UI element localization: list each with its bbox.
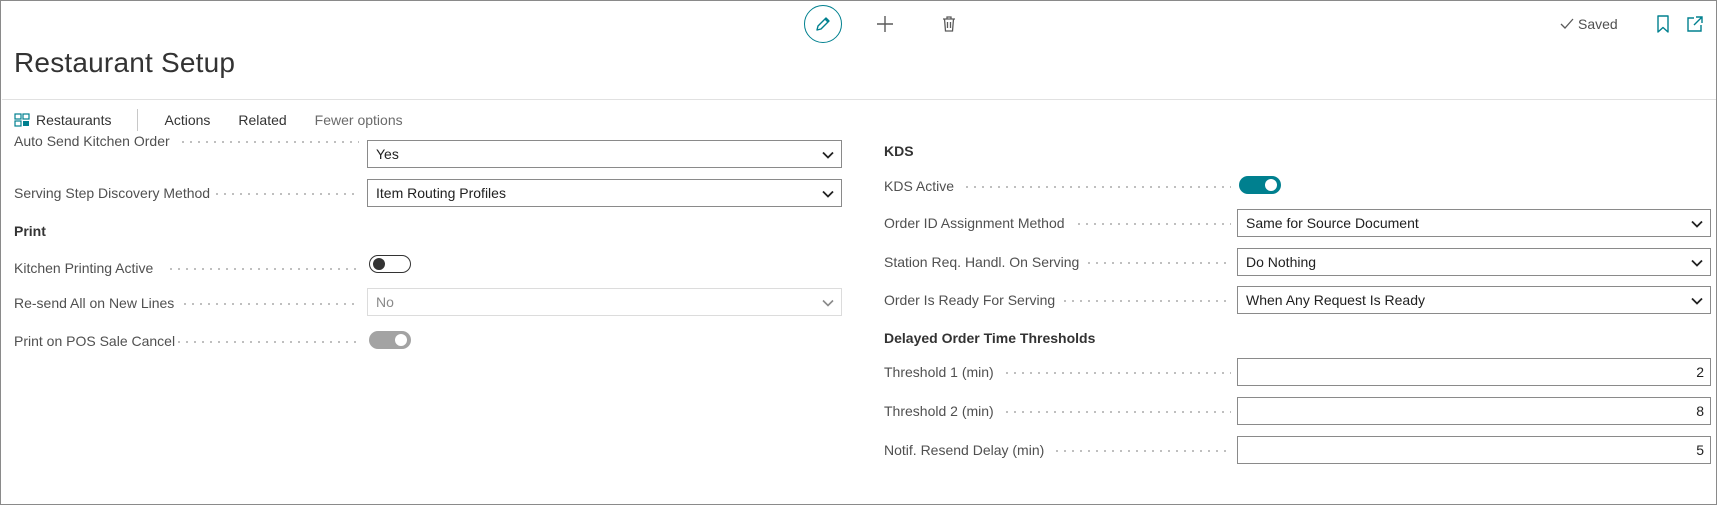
threshold2-value: 8 bbox=[1696, 403, 1704, 419]
serving-step-row: Serving Step Discovery Method bbox=[14, 178, 216, 208]
resend-all-select[interactable]: No bbox=[367, 288, 842, 316]
edit-button[interactable] bbox=[804, 5, 842, 43]
resend-all-label: Re-send All on New Lines bbox=[14, 295, 175, 311]
toggle-knob bbox=[395, 334, 407, 346]
delete-button[interactable] bbox=[937, 12, 961, 36]
check-icon bbox=[1560, 18, 1574, 29]
notif-delay-value: 5 bbox=[1696, 442, 1704, 458]
popout-button[interactable] bbox=[1684, 13, 1706, 35]
dot-leader bbox=[1075, 223, 1231, 225]
trash-icon bbox=[943, 16, 955, 32]
bookmark-button[interactable] bbox=[1653, 13, 1673, 35]
dot-leader bbox=[179, 141, 359, 143]
threshold2-input[interactable]: 8 bbox=[1237, 397, 1711, 425]
dot-leader bbox=[175, 341, 359, 343]
saved-status: Saved bbox=[1560, 14, 1618, 34]
chevron-down-icon bbox=[822, 190, 834, 198]
dot-leader bbox=[1061, 300, 1231, 302]
top-action-bar: Saved bbox=[1, 5, 1716, 45]
auto-send-label: Auto Send Kitchen Order bbox=[14, 133, 170, 149]
order-ready-row: Order Is Ready For Serving bbox=[884, 285, 1061, 315]
kds-group-title: KDS bbox=[884, 143, 914, 159]
new-button[interactable] bbox=[873, 12, 897, 36]
kitchen-printing-label: Kitchen Printing Active bbox=[14, 260, 154, 276]
resend-all-value: No bbox=[376, 294, 394, 310]
serving-step-value: Item Routing Profiles bbox=[376, 185, 506, 201]
threshold2-label: Threshold 2 (min) bbox=[884, 403, 994, 419]
popout-icon bbox=[1687, 16, 1703, 32]
dot-leader bbox=[1085, 262, 1231, 264]
toggle-knob bbox=[1265, 179, 1277, 191]
kitchen-printing-row: Kitchen Printing Active bbox=[14, 253, 159, 283]
plus-icon bbox=[877, 16, 893, 32]
threshold1-input[interactable]: 2 bbox=[1237, 358, 1711, 386]
chevron-down-icon bbox=[1691, 297, 1703, 305]
order-id-value: Same for Source Document bbox=[1246, 215, 1419, 231]
order-ready-value: When Any Request Is Ready bbox=[1246, 292, 1425, 308]
serving-step-label: Serving Step Discovery Method bbox=[14, 185, 211, 201]
station-req-label: Station Req. Handl. On Serving bbox=[884, 254, 1080, 270]
dot-leader bbox=[1003, 372, 1231, 374]
chevron-down-icon bbox=[1691, 220, 1703, 228]
print-on-cancel-row: Print on POS Sale Cancel bbox=[14, 326, 181, 356]
threshold1-value: 2 bbox=[1696, 364, 1704, 380]
serving-step-select[interactable]: Item Routing Profiles bbox=[367, 179, 842, 207]
print-group-title: Print bbox=[14, 223, 46, 239]
order-id-select[interactable]: Same for Source Document bbox=[1237, 209, 1711, 237]
fewer-options-link[interactable]: Fewer options bbox=[315, 108, 403, 132]
notif-delay-label: Notif. Resend Delay (min) bbox=[884, 442, 1045, 458]
chevron-down-icon bbox=[822, 151, 834, 159]
chevron-down-icon bbox=[1691, 259, 1703, 267]
order-id-label: Order ID Assignment Method bbox=[884, 215, 1065, 231]
dot-leader bbox=[963, 186, 1231, 188]
kitchen-printing-toggle[interactable] bbox=[369, 255, 411, 273]
order-ready-select[interactable]: When Any Request Is Ready bbox=[1237, 286, 1711, 314]
pencil-icon bbox=[816, 17, 830, 31]
threshold1-row: Threshold 1 (min) bbox=[884, 357, 1000, 387]
chevron-down-icon bbox=[822, 299, 834, 307]
toggle-knob bbox=[373, 258, 385, 270]
page-title: Restaurant Setup bbox=[14, 47, 236, 78]
saved-label: Saved bbox=[1578, 16, 1618, 32]
related-menu[interactable]: Related bbox=[238, 108, 286, 132]
kds-active-toggle[interactable] bbox=[1239, 176, 1281, 194]
station-req-select[interactable]: Do Nothing bbox=[1237, 248, 1711, 276]
threshold2-row: Threshold 2 (min) bbox=[884, 396, 1000, 426]
title-divider bbox=[2, 99, 1716, 100]
threshold1-label: Threshold 1 (min) bbox=[884, 364, 994, 380]
notif-delay-row: Notif. Resend Delay (min) bbox=[884, 435, 1050, 465]
resend-all-row: Re-send All on New Lines bbox=[14, 288, 180, 318]
dot-leader bbox=[1053, 450, 1231, 452]
dot-leader bbox=[167, 268, 359, 270]
auto-send-value: Yes bbox=[376, 146, 399, 162]
auto-send-select[interactable]: Yes bbox=[367, 140, 842, 168]
kds-active-row: KDS Active bbox=[884, 171, 960, 201]
page-frame: Saved Restaurant Setup Restaurants Actio… bbox=[0, 0, 1717, 505]
kds-active-label: KDS Active bbox=[884, 178, 955, 194]
station-req-row: Station Req. Handl. On Serving bbox=[884, 247, 1085, 277]
order-id-row: Order ID Assignment Method bbox=[884, 208, 1071, 238]
print-on-cancel-label: Print on POS Sale Cancel bbox=[14, 333, 176, 349]
auto-send-row: Auto Send Kitchen Order bbox=[14, 126, 176, 156]
print-on-cancel-toggle[interactable] bbox=[369, 331, 411, 349]
dot-leader bbox=[1003, 411, 1231, 413]
dot-leader bbox=[213, 193, 359, 195]
delayed-group-title: Delayed Order Time Thresholds bbox=[884, 330, 1096, 346]
station-req-value: Do Nothing bbox=[1246, 254, 1317, 270]
dot-leader bbox=[181, 303, 359, 305]
notif-delay-input[interactable]: 5 bbox=[1237, 436, 1711, 464]
order-ready-label: Order Is Ready For Serving bbox=[884, 292, 1056, 308]
bookmark-icon bbox=[1657, 15, 1669, 33]
